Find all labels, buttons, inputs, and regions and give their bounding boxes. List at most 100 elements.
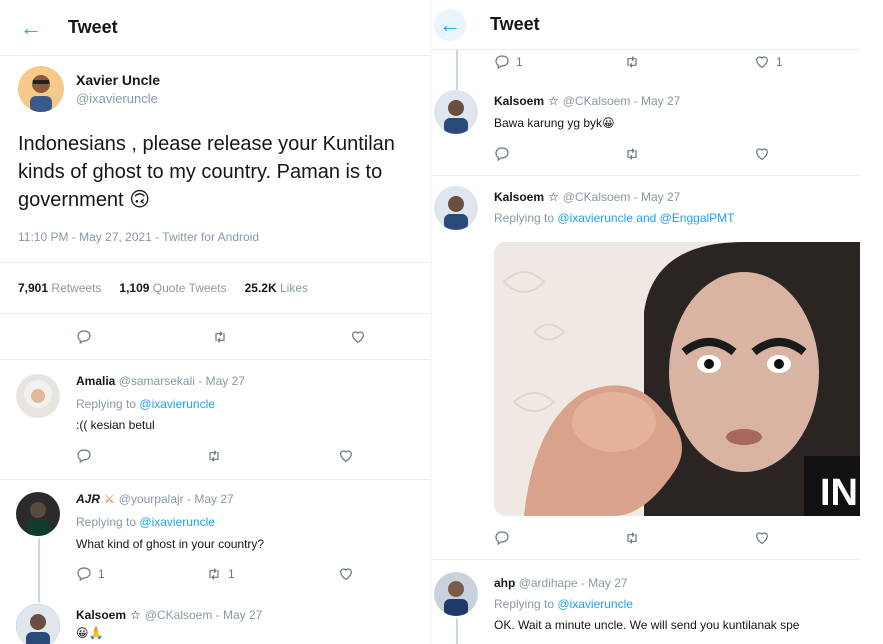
replying-to-label: Replying to xyxy=(494,211,555,225)
avatar[interactable] xyxy=(16,374,60,418)
quote-tweets-stat[interactable]: 1,109 Quote Tweets xyxy=(119,281,226,295)
reply-author-name[interactable]: Kalsoem xyxy=(76,608,126,622)
retweet-icon xyxy=(624,530,640,546)
retweet-button[interactable] xyxy=(624,146,640,162)
like-count: 1 xyxy=(776,55,783,69)
retweets-count: 7,901 xyxy=(18,281,49,295)
reply-author-name[interactable]: Kalsoem xyxy=(494,190,544,204)
replying-to-label: Replying to xyxy=(494,597,555,611)
reply-text: 😀🙏 xyxy=(76,626,104,640)
left-header: ← Tweet xyxy=(0,0,430,56)
reply-count: 1 xyxy=(98,567,105,581)
retweet-button[interactable]: 1 xyxy=(206,566,235,582)
swords-icon: ⚔ xyxy=(104,492,115,506)
quote-tweets-count: 1,109 xyxy=(119,281,150,295)
left-tweet-pane: ← Tweet Xavier Uncle @ixavieruncle Indon… xyxy=(0,0,430,644)
like-button[interactable] xyxy=(754,530,770,546)
reply-author-name[interactable]: ahp xyxy=(494,576,515,590)
reply-button[interactable] xyxy=(76,329,92,345)
reply-button[interactable]: 1 xyxy=(494,54,523,70)
tweet-text-line: kinds of ghost to my country. Paman is t… xyxy=(18,161,383,183)
reply-text: What kind of ghost in your country? xyxy=(76,537,265,551)
thread-line xyxy=(456,618,458,644)
reply-author-handle[interactable]: @CKalsoem - May 27 xyxy=(563,190,681,204)
likes-label: Likes xyxy=(279,281,308,295)
reply-button[interactable] xyxy=(76,448,92,464)
replying-to-label: Replying to xyxy=(76,397,137,411)
like-button[interactable] xyxy=(350,329,366,345)
like-button[interactable] xyxy=(338,566,354,582)
top-tweet-actions: 1 1 xyxy=(432,52,860,72)
back-arrow-icon[interactable]: ← xyxy=(16,16,46,39)
retweet-icon xyxy=(624,146,640,162)
like-icon xyxy=(338,448,354,464)
reply-tweet[interactable]: ahp @ardihape - May 27 Replying to @ixav… xyxy=(432,560,860,644)
like-icon xyxy=(350,329,366,345)
tweet-media-image[interactable]: IN xyxy=(494,242,860,516)
reply-icon xyxy=(494,54,510,70)
replying-to-link[interactable]: @ixavieruncle xyxy=(139,397,215,411)
reply-button[interactable] xyxy=(494,146,510,162)
reply-text: OK. Wait a minute uncle. We will send yo… xyxy=(494,618,800,632)
reply-tweet[interactable]: Amalia @samarsekali - May 27 Replying to… xyxy=(0,360,430,480)
reply-author-handle[interactable]: @CKalsoem - May 27 xyxy=(563,94,681,108)
author-handle[interactable]: @ixavieruncle xyxy=(76,91,160,106)
quote-tweets-label: Quote Tweets xyxy=(152,281,227,295)
likes-count: 25.2K xyxy=(244,281,277,295)
main-tweet-actions xyxy=(0,314,430,360)
reply-author-handle[interactable]: @samarsekali - May 27 xyxy=(119,374,245,388)
like-button[interactable]: 1 xyxy=(754,54,783,70)
retweets-stat[interactable]: 7,901 Retweets xyxy=(18,281,101,295)
reply-icon xyxy=(76,566,92,582)
replying-to-link[interactable]: @ixavieruncle and @EnggalPMT xyxy=(557,211,734,225)
retweet-icon xyxy=(212,329,228,345)
retweet-icon xyxy=(206,448,222,464)
back-arrow-icon[interactable]: ← xyxy=(434,8,466,41)
replying-to-link[interactable]: @ixavieruncle xyxy=(557,597,633,611)
grin-emoji-icon: 😀 xyxy=(602,116,615,130)
like-button[interactable] xyxy=(754,146,770,162)
avatar[interactable] xyxy=(434,186,478,230)
avatar[interactable] xyxy=(18,66,64,112)
retweet-button[interactable] xyxy=(624,54,640,70)
reply-author-name[interactable]: AJR xyxy=(76,492,100,506)
reply-author-name[interactable]: Amalia xyxy=(76,374,115,388)
retweet-button[interactable] xyxy=(212,329,228,345)
reply-tweet[interactable]: AJR ⚔ @yourpalajr - May 27 Replying to @… xyxy=(0,480,430,644)
reply-button[interactable]: 1 xyxy=(76,566,105,582)
like-icon xyxy=(754,54,770,70)
thread-line xyxy=(38,538,40,602)
upside-down-emoji-icon: 🙃 xyxy=(129,189,151,211)
retweet-icon xyxy=(624,54,640,70)
replying-to-link[interactable]: @ixavieruncle xyxy=(139,515,215,529)
reply-tweet[interactable]: Kalsoem ☆ @CKalsoem - May 27 Replying to… xyxy=(432,176,860,560)
star-icon: ☆ xyxy=(130,608,141,622)
reply-author-name[interactable]: Kalsoem xyxy=(494,94,544,108)
reply-author-handle[interactable]: @CKalsoem - May 27 xyxy=(145,608,263,622)
like-icon xyxy=(754,530,770,546)
avatar[interactable] xyxy=(434,90,478,134)
tweet-stats: 7,901 Retweets 1,109 Quote Tweets 25.2K … xyxy=(0,262,430,314)
main-tweet-author: Xavier Uncle @ixavieruncle xyxy=(18,66,160,112)
tweet-text-line: Indonesians , please release your Kuntil… xyxy=(18,133,395,155)
reply-author-handle[interactable]: @yourpalajr - May 27 xyxy=(119,492,234,506)
reply-button[interactable] xyxy=(494,530,510,546)
reply-count: 1 xyxy=(516,55,523,69)
likes-stat[interactable]: 25.2K Likes xyxy=(245,281,308,295)
tweet-text: Indonesians , please release your Kuntil… xyxy=(18,130,428,214)
reply-text: :(( kesian betul xyxy=(76,418,155,432)
image-caption-text: IN xyxy=(820,472,858,514)
retweet-button[interactable] xyxy=(206,448,222,464)
author-name[interactable]: Xavier Uncle xyxy=(76,72,160,88)
reply-tweet[interactable]: Kalsoem ☆ @CKalsoem - May 27 Bawa karung… xyxy=(432,84,860,176)
like-button[interactable] xyxy=(338,448,354,464)
page-title: Tweet xyxy=(490,14,540,34)
avatar[interactable] xyxy=(434,572,478,616)
avatar[interactable] xyxy=(16,492,60,536)
tweet-timestamp[interactable]: 11:10 PM - May 27, 2021 - Twitter for An… xyxy=(18,230,259,244)
star-icon: ☆ xyxy=(548,94,559,108)
reply-icon xyxy=(76,448,92,464)
reply-author-handle[interactable]: @ardihape - May 27 xyxy=(519,576,628,590)
retweet-button[interactable] xyxy=(624,530,640,546)
avatar[interactable] xyxy=(16,604,60,644)
